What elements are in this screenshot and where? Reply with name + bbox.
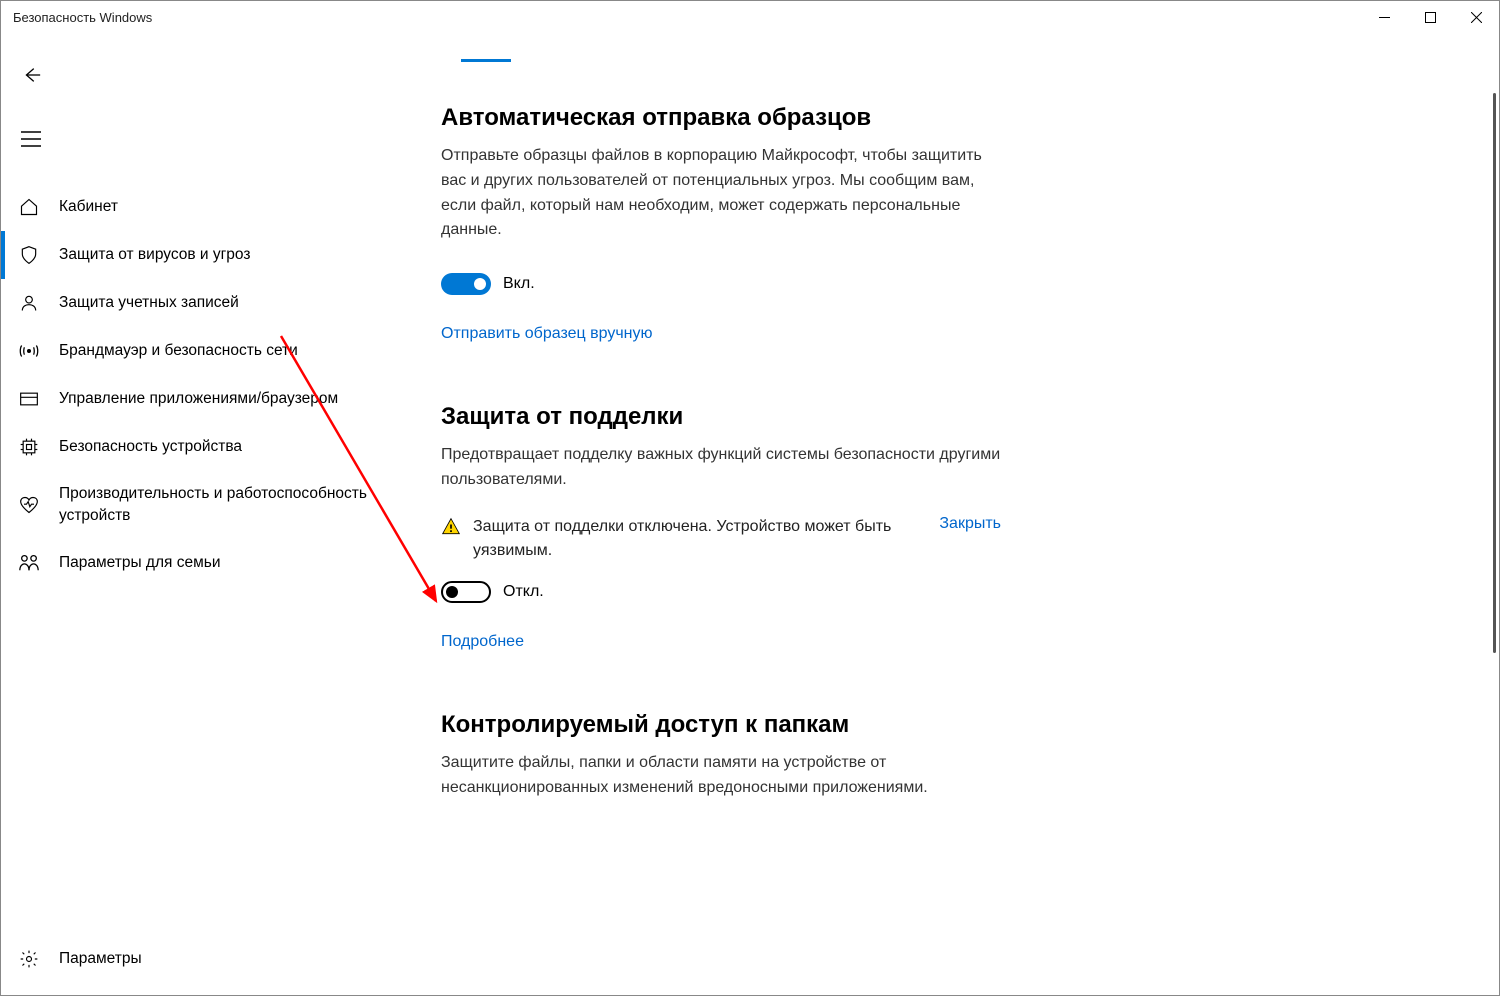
- app-browser-icon: [17, 387, 41, 411]
- nav-item-virus[interactable]: Защита от вирусов и угроз: [1, 231, 401, 279]
- section-heading: Защита от подделки: [441, 403, 1001, 431]
- nav-label: Параметры: [59, 948, 142, 970]
- home-icon: [17, 195, 41, 219]
- nav-list: Кабинет Защита от вирусов и угроз Защита…: [1, 183, 401, 586]
- nav-item-performance[interactable]: Производительность и работоспособность у…: [1, 471, 401, 538]
- shield-icon: [17, 243, 41, 267]
- section-heading: Автоматическая отправка образцов: [441, 104, 1001, 132]
- sample-submission-toggle[interactable]: [441, 273, 491, 295]
- section-heading: Контролируемый доступ к папкам: [441, 711, 1001, 739]
- window-title: Безопасность Windows: [13, 10, 152, 25]
- heart-icon: [17, 493, 41, 517]
- submit-sample-link[interactable]: Отправить образец вручную: [441, 325, 653, 343]
- nav-label: Безопасность устройства: [59, 436, 242, 458]
- nav-item-home[interactable]: Кабинет: [1, 183, 401, 231]
- warning-text: Защита от подделки отключена. Устройство…: [473, 515, 919, 563]
- family-icon: [17, 550, 41, 574]
- nav-label: Защита учетных записей: [59, 292, 239, 314]
- content-area: Автоматическая отправка образцов Отправь…: [401, 33, 1499, 995]
- warning-box: Защита от подделки отключена. Устройство…: [441, 515, 1001, 563]
- section-tamper-protection: Защита от подделки Предотвращает подделк…: [441, 403, 1001, 651]
- nav-label: Брандмауэр и безопасность сети: [59, 340, 298, 362]
- sidebar: Кабинет Защита от вирусов и угроз Защита…: [1, 33, 401, 995]
- gear-icon: [17, 947, 41, 971]
- section-sample-submission: Автоматическая отправка образцов Отправь…: [441, 104, 1001, 343]
- warning-icon: [441, 517, 461, 537]
- maximize-button[interactable]: [1407, 1, 1453, 33]
- toggle-state-label: Вкл.: [503, 275, 535, 293]
- nav-item-firewall[interactable]: Брандмауэр и безопасность сети: [1, 327, 401, 375]
- nav-item-device[interactable]: Безопасность устройства: [1, 423, 401, 471]
- nav-label: Производительность и работоспособность у…: [59, 483, 387, 526]
- nav-label: Кабинет: [59, 196, 118, 218]
- minimize-button[interactable]: [1361, 1, 1407, 33]
- nav-label: Управление приложениями/браузером: [59, 388, 338, 410]
- toggle-state-label: Откл.: [503, 583, 544, 601]
- nav-label: Параметры для семьи: [59, 552, 220, 574]
- nav-label: Защита от вирусов и угроз: [59, 244, 250, 266]
- person-icon: [17, 291, 41, 315]
- section-description: Предотвращает подделку важных функций си…: [441, 443, 1001, 493]
- section-description: Защитите файлы, папки и области памяти н…: [441, 751, 1001, 801]
- nav-item-family[interactable]: Параметры для семьи: [1, 538, 401, 586]
- section-controlled-folder-access: Контролируемый доступ к папкам Защитите …: [441, 711, 1001, 801]
- hamburger-button[interactable]: [7, 115, 55, 163]
- antenna-icon: [17, 339, 41, 363]
- close-button[interactable]: [1453, 1, 1499, 33]
- scrollbar-thumb[interactable]: [1493, 93, 1496, 653]
- back-button[interactable]: [7, 51, 55, 99]
- window-controls: [1361, 1, 1499, 33]
- tamper-protection-toggle[interactable]: [441, 581, 491, 603]
- titlebar: Безопасность Windows: [1, 1, 1499, 33]
- chip-icon: [17, 435, 41, 459]
- nav-item-settings[interactable]: Параметры: [1, 935, 401, 983]
- dismiss-warning-link[interactable]: Закрыть: [939, 515, 1001, 533]
- section-description: Отправьте образцы файлов в корпорацию Ма…: [441, 144, 1001, 243]
- nav-item-app[interactable]: Управление приложениями/браузером: [1, 375, 401, 423]
- nav-item-account[interactable]: Защита учетных записей: [1, 279, 401, 327]
- learn-more-link[interactable]: Подробнее: [441, 633, 524, 651]
- accent-bar: [461, 59, 511, 62]
- window: Безопасность Windows: [0, 0, 1500, 996]
